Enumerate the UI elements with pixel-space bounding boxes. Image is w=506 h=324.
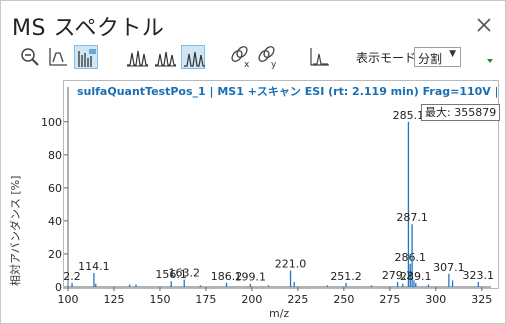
- x-axis-label: m/z: [269, 307, 290, 320]
- y-tick-label: 100: [41, 116, 62, 129]
- y-tick-label: 60: [48, 182, 62, 195]
- peak-label: 289.1: [400, 270, 432, 283]
- peak-label: 221.0: [275, 257, 307, 270]
- x-tick-label: 275: [379, 293, 400, 306]
- peak-label: 163.2: [168, 267, 200, 280]
- peak-label: 286.1: [395, 251, 427, 264]
- peak-label: 287.1: [396, 211, 428, 224]
- x-tick-label: 325: [471, 293, 492, 306]
- peak-label: 307.1: [433, 261, 465, 274]
- peak-label: 323.1: [463, 269, 495, 282]
- y-tick-label: 80: [48, 149, 62, 162]
- y-axis-label: 相対アバンダンス [%]: [9, 175, 22, 286]
- x-tick-label: 100: [58, 293, 79, 306]
- spectrum-plot[interactable]: 020406080100100 125 150 175 200 225 250 275 300 3…: [1, 1, 505, 323]
- max-intensity-label: 最大: 355879: [421, 104, 501, 121]
- y-tick-label: 20: [48, 248, 62, 261]
- ms-spectrum-panel: MS スペクトル x y 表示モード 分割 ▼ sulfaQuantTestPo…: [0, 0, 506, 324]
- peak-label: 114.1: [78, 260, 110, 273]
- y-tick-label: 40: [48, 215, 62, 228]
- peak-label: 199.1: [235, 271, 267, 284]
- x-tick-label: 125: [103, 293, 124, 306]
- peak-label: 251.2: [330, 270, 362, 283]
- x-tick-label: 225: [287, 293, 308, 306]
- x-tick-label: 175: [195, 293, 216, 306]
- x-tick-label: 300: [425, 293, 446, 306]
- x-tick-label: 250: [333, 293, 354, 306]
- x-tick-label: 200: [241, 293, 262, 306]
- x-tick-label: 150: [149, 293, 170, 306]
- peak-label: 285.1: [393, 109, 425, 122]
